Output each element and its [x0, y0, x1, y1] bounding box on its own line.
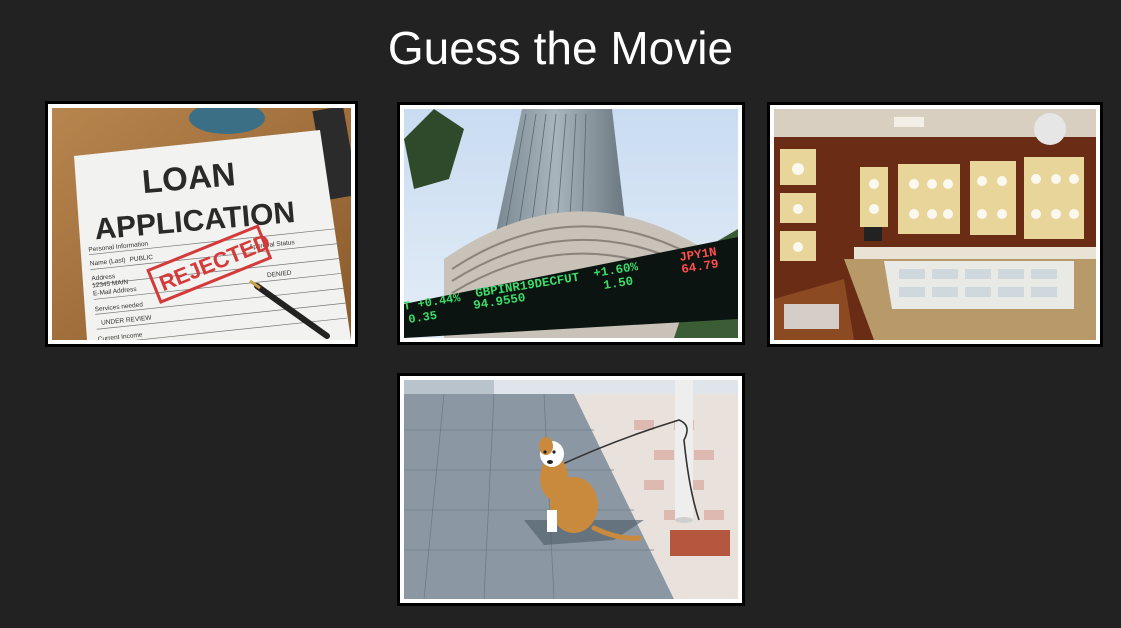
clue-image-dog-tied-to-pole [397, 373, 745, 606]
image-frame: LOAN APPLICATION Personal Information Na… [48, 104, 355, 344]
loan-application-picture: LOAN APPLICATION Personal Information Na… [52, 108, 351, 340]
clue-image-jewelry-store [767, 102, 1103, 347]
clue-image-stock-exchange: T +0.44% 0.35 GBPINR19DECFUT +1.60% 94.9… [397, 102, 745, 345]
image-frame [770, 105, 1100, 344]
jewelry-store-picture [774, 109, 1096, 340]
slide: Guess the Movie LOAN APPLICATION Persona… [0, 0, 1121, 628]
image-frame [400, 376, 742, 603]
clue-image-loan-rejected: LOAN APPLICATION Personal Information Na… [45, 101, 358, 347]
image-frame: T +0.44% 0.35 GBPINR19DECFUT +1.60% 94.9… [400, 105, 742, 342]
dog-picture [404, 380, 738, 599]
slide-title: Guess the Movie [387, 22, 734, 74]
stock-exchange-picture: T +0.44% 0.35 GBPINR19DECFUT +1.60% 94.9… [404, 109, 738, 338]
